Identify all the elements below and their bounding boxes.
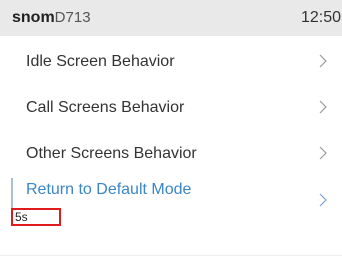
phone-screen: snomD713 12:50 Idle Screen Behavior Call… xyxy=(0,0,342,259)
menu-item-label: Return to Default Mode xyxy=(26,181,192,198)
menu-item-return-to-default-mode[interactable]: Return to Default Mode 5s xyxy=(0,174,342,232)
brand-name: snom xyxy=(12,9,55,26)
menu-item-label: Other Screens Behavior xyxy=(26,145,197,162)
menu-item-call-screens-behavior[interactable]: Call Screens Behavior xyxy=(0,82,342,128)
chevron-right-icon xyxy=(318,192,328,208)
menu-item-other-screens-behavior[interactable]: Other Screens Behavior xyxy=(0,128,342,174)
chevron-right-icon xyxy=(318,53,328,69)
clock: 12:50 xyxy=(301,9,342,26)
divider xyxy=(0,255,342,256)
menu-item-value: 5s xyxy=(11,208,61,226)
device-model: D713 xyxy=(54,9,91,26)
chevron-right-icon xyxy=(318,145,328,161)
status-bar: snomD713 12:50 xyxy=(0,0,342,36)
menu-item-idle-screen-behavior[interactable]: Idle Screen Behavior xyxy=(0,36,342,82)
settings-menu: Idle Screen Behavior Call Screens Behavi… xyxy=(0,36,342,232)
menu-item-label: Call Screens Behavior xyxy=(26,99,185,116)
menu-item-label: Idle Screen Behavior xyxy=(26,53,175,70)
device-brand: snomD713 xyxy=(12,9,91,27)
chevron-right-icon xyxy=(318,99,328,115)
